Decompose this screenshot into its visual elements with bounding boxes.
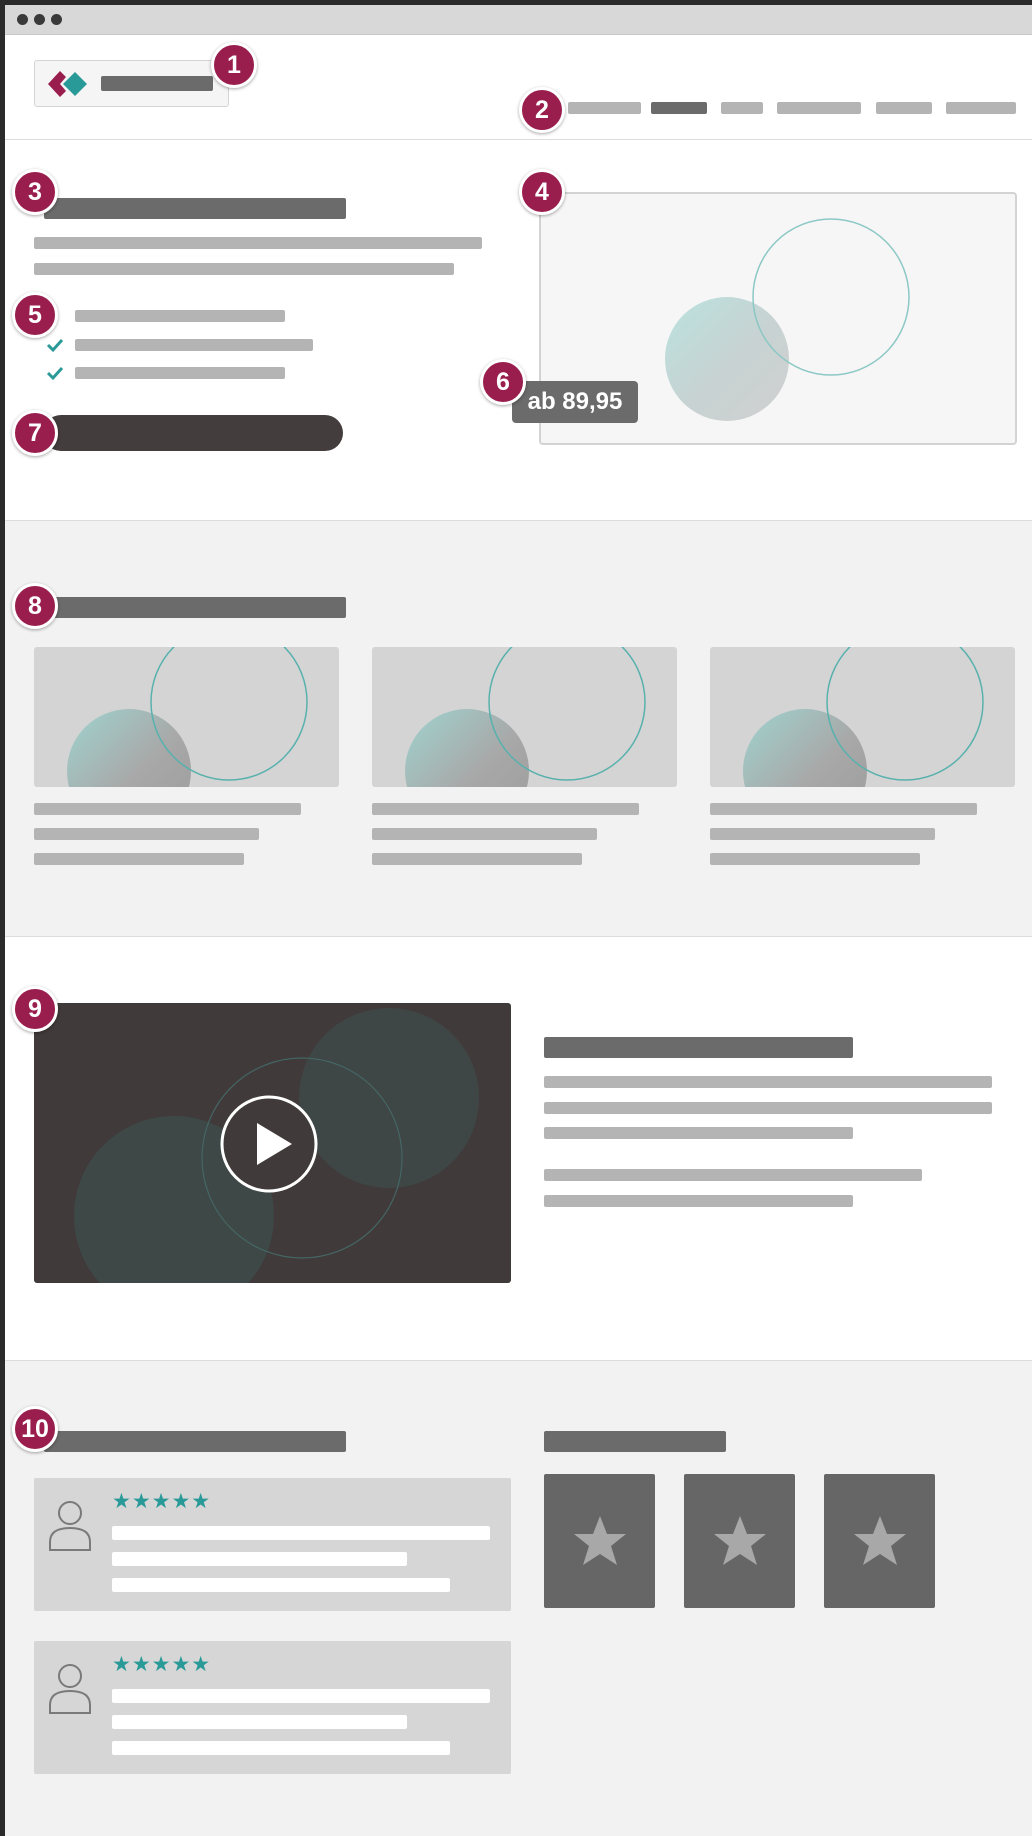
card-image-placeholder[interactable]: [710, 647, 1015, 787]
hero-text-line: [34, 237, 482, 249]
video-player-placeholder[interactable]: [34, 1003, 511, 1283]
video-text-line: [544, 1076, 992, 1088]
review-text-line: [112, 1526, 490, 1540]
nav-item[interactable]: [946, 102, 1016, 114]
award-badge: [684, 1474, 795, 1608]
hero-text-line: [34, 263, 454, 275]
nav-item[interactable]: [721, 102, 763, 114]
rating-stars: ★★★★★: [112, 1653, 212, 1676]
card-text-line: [34, 803, 301, 815]
awards-headline-placeholder: [544, 1431, 726, 1452]
review-text-line: [112, 1741, 450, 1755]
checkmark-icon: [46, 366, 64, 381]
cta-button[interactable]: [43, 415, 343, 451]
logo-wordmark-placeholder: [101, 76, 213, 91]
card-text-line: [710, 803, 977, 815]
marker-3: 3: [12, 169, 58, 215]
video-headline-placeholder: [544, 1037, 853, 1058]
card-text-line: [34, 853, 244, 865]
rating-stars: ★★★★★: [112, 1490, 212, 1513]
review-card: ★★★★★: [34, 1641, 511, 1774]
play-icon[interactable]: [218, 1093, 320, 1195]
star-icon: [854, 1516, 906, 1565]
review-text-line: [112, 1552, 407, 1566]
card-text-line: [372, 828, 597, 840]
window-dot[interactable]: [17, 14, 28, 25]
marker-9: 9: [12, 986, 58, 1032]
card-image-placeholder[interactable]: [34, 647, 339, 787]
section-divider: [5, 936, 1032, 937]
window-dot[interactable]: [51, 14, 62, 25]
nav-item-active[interactable]: [651, 102, 707, 114]
nav-item[interactable]: [777, 102, 861, 114]
logo[interactable]: [34, 60, 229, 107]
hero-headline-placeholder: [44, 198, 346, 219]
section-divider: [5, 139, 1032, 140]
card-text-line: [372, 803, 639, 815]
browser-window: 1 2 3 5 7 4 6 ab 89,95 8 9 10 ★★★★★ ★★★★…: [5, 5, 1032, 1836]
marker-1: 1: [211, 42, 257, 88]
marker-6: 6: [480, 359, 526, 405]
checklist-item-line: [75, 367, 285, 379]
browser-titlebar: [5, 5, 1032, 35]
image-placeholder-graphic: [743, 647, 984, 787]
checklist-item-line: [75, 339, 313, 351]
marker-10: 10: [12, 1406, 58, 1452]
image-placeholder-graphic: [405, 647, 646, 787]
image-placeholder-graphic: [67, 647, 308, 787]
review-text-line: [112, 1715, 407, 1729]
nav-item[interactable]: [568, 102, 641, 114]
review-text-line: [112, 1578, 450, 1592]
window-dot[interactable]: [34, 14, 45, 25]
marker-4: 4: [519, 169, 565, 215]
award-badge: [544, 1474, 655, 1608]
card-text-line: [34, 828, 259, 840]
user-icon: [49, 1501, 91, 1551]
user-icon: [49, 1664, 91, 1714]
price-badge: ab 89,95: [512, 381, 638, 423]
card-text-line: [710, 853, 920, 865]
logo-icon: [48, 71, 87, 97]
cards-headline-placeholder: [44, 597, 346, 618]
award-badge: [824, 1474, 935, 1608]
reviews-headline-placeholder: [44, 1431, 346, 1452]
checkmark-icon: [46, 338, 64, 353]
star-icon: [574, 1516, 626, 1565]
video-text-line: [544, 1195, 853, 1207]
checklist-item-line: [75, 310, 285, 322]
star-icon: [714, 1516, 766, 1565]
video-text-line: [544, 1102, 992, 1114]
card-image-placeholder[interactable]: [372, 647, 677, 787]
marker-5: 5: [12, 292, 58, 338]
marker-7: 7: [12, 410, 58, 456]
review-card: ★★★★★: [34, 1478, 511, 1611]
marker-2: 2: [519, 87, 565, 133]
card-text-line: [372, 853, 582, 865]
video-text-line: [544, 1127, 853, 1139]
review-text-line: [112, 1689, 490, 1703]
video-text-line: [544, 1169, 922, 1181]
marker-8: 8: [12, 583, 58, 629]
card-text-line: [710, 828, 935, 840]
nav-item[interactable]: [876, 102, 932, 114]
